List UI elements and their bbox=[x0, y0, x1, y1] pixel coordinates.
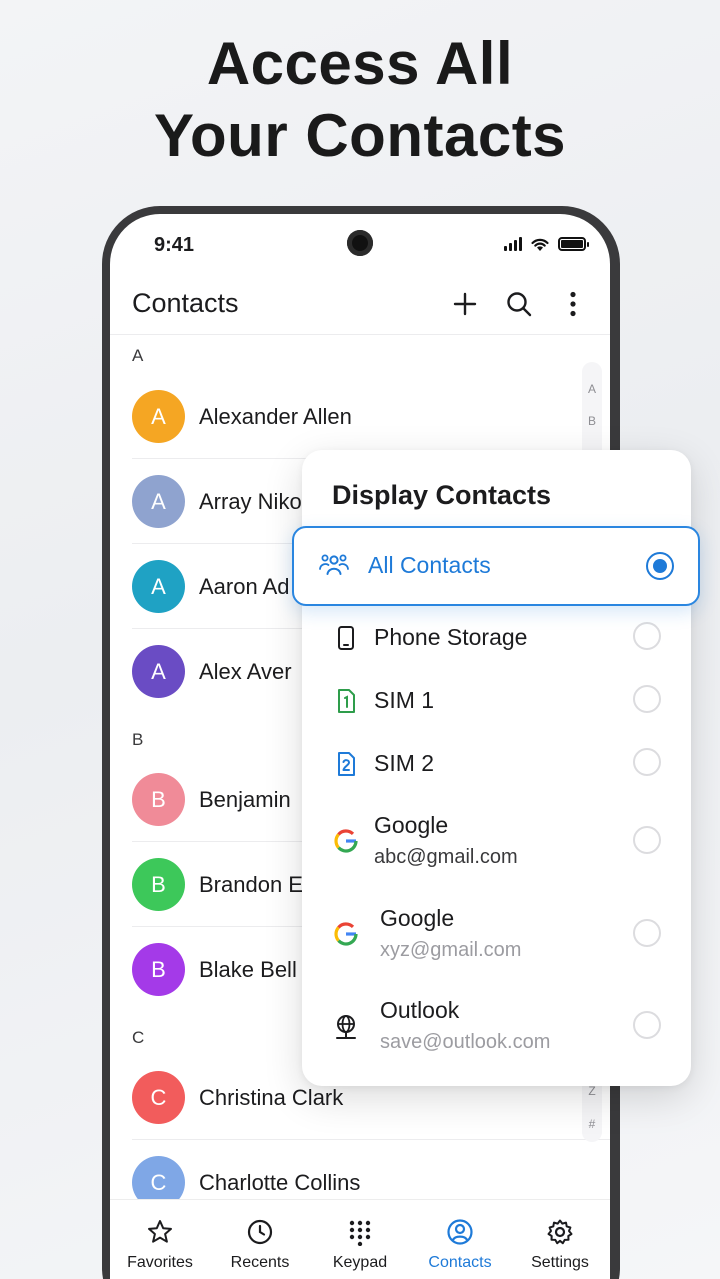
section-header-b: B bbox=[132, 730, 144, 749]
option-label: Phone Storage bbox=[374, 624, 528, 650]
avatar: A bbox=[132, 475, 185, 528]
search-icon[interactable] bbox=[504, 288, 534, 320]
status-icons bbox=[504, 236, 589, 252]
contact-name: Christina Clark bbox=[199, 1084, 344, 1110]
avatar: A bbox=[132, 390, 185, 443]
avatar: C bbox=[132, 1071, 185, 1124]
section-header-a: A bbox=[132, 346, 144, 365]
index-letter[interactable]: # bbox=[582, 1117, 602, 1131]
contact-name: Alex Aver bbox=[199, 658, 292, 684]
signal-icon bbox=[504, 237, 522, 251]
google-icon bbox=[330, 825, 362, 857]
status-time: 9:41 bbox=[154, 234, 195, 256]
contact-name: Charlotte Collins bbox=[199, 1169, 361, 1195]
nav-recents[interactable]: Recents bbox=[210, 1200, 310, 1279]
option-label: SIM 1 bbox=[374, 687, 435, 713]
nav-label: Contacts bbox=[428, 1254, 492, 1271]
gear-icon bbox=[547, 1219, 573, 1245]
option-label: Google bbox=[374, 812, 449, 838]
group-icon bbox=[318, 550, 350, 582]
nav-favorites[interactable]: Favorites bbox=[110, 1200, 210, 1279]
radio-button[interactable] bbox=[633, 826, 661, 854]
section-header-c: C bbox=[132, 1028, 145, 1047]
nav-keypad[interactable]: Keypad bbox=[310, 1200, 410, 1279]
contact-name: Aaron Ad bbox=[199, 573, 290, 599]
option-all-contacts[interactable]: All Contacts bbox=[292, 526, 700, 606]
contact-name: Brandon E bbox=[199, 871, 303, 897]
nav-label: Settings bbox=[531, 1254, 589, 1271]
dialog-title: Display Contacts bbox=[332, 480, 552, 510]
page-title: Contacts bbox=[132, 288, 239, 318]
appbar-divider bbox=[110, 334, 610, 335]
contact-name: Array Niko bbox=[199, 488, 302, 514]
nav-label: Recents bbox=[230, 1254, 290, 1271]
radio-button[interactable] bbox=[633, 748, 661, 776]
option-account: xyz@gmail.com bbox=[380, 939, 522, 961]
option-label: Outlook bbox=[380, 997, 460, 1023]
avatar: B bbox=[132, 943, 185, 996]
radio-button[interactable] bbox=[633, 622, 661, 650]
index-letter[interactable]: B bbox=[582, 414, 602, 428]
radio-button[interactable] bbox=[633, 685, 661, 713]
index-letter[interactable]: Z bbox=[582, 1084, 602, 1098]
phone-icon bbox=[330, 622, 362, 654]
google-icon bbox=[330, 918, 362, 950]
radio-button-selected[interactable] bbox=[646, 552, 674, 580]
avatar: B bbox=[132, 773, 185, 826]
option-label: Google bbox=[380, 905, 455, 931]
sim2-icon bbox=[330, 748, 362, 780]
avatar: A bbox=[132, 560, 185, 613]
contact-name: Alexander Allen bbox=[199, 403, 352, 429]
star-icon bbox=[148, 1220, 172, 1243]
bottom-navigation: Favorites Recents Keypad Contacts Settin… bbox=[110, 1199, 610, 1279]
nav-contacts[interactable]: Contacts bbox=[410, 1200, 510, 1279]
battery-icon bbox=[558, 237, 589, 251]
globe-icon bbox=[330, 1011, 362, 1043]
sim1-icon bbox=[330, 685, 362, 717]
appbar-actions bbox=[450, 288, 588, 320]
option-label: SIM 2 bbox=[374, 750, 435, 776]
more-vert-icon[interactable] bbox=[558, 288, 588, 320]
radio-button[interactable] bbox=[633, 1011, 661, 1039]
keypad-icon bbox=[349, 1220, 371, 1246]
headline-line-2: Your Contacts bbox=[153, 102, 567, 169]
wifi-icon bbox=[531, 238, 549, 251]
contact-name: Blake Bell bbox=[199, 956, 297, 982]
nav-label: Keypad bbox=[332, 1254, 388, 1271]
option-account: abc@gmail.com bbox=[374, 846, 518, 868]
person-circle-icon bbox=[447, 1219, 473, 1245]
avatar: B bbox=[132, 858, 185, 911]
option-label: All Contacts bbox=[368, 552, 491, 578]
nav-settings[interactable]: Settings bbox=[510, 1200, 610, 1279]
radio-button[interactable] bbox=[633, 919, 661, 947]
headline-line-1: Access All bbox=[206, 30, 514, 97]
avatar: A bbox=[132, 645, 185, 698]
option-account: save@outlook.com bbox=[380, 1031, 551, 1053]
add-icon[interactable] bbox=[450, 288, 480, 320]
contact-name: Benjamin bbox=[199, 786, 291, 812]
camera-cutout bbox=[347, 230, 373, 256]
contact-row[interactable]: A Alexander Allen bbox=[132, 374, 602, 459]
clock-icon bbox=[247, 1219, 273, 1245]
index-letter[interactable]: A bbox=[582, 382, 602, 396]
headline: Access All Your Contacts bbox=[0, 28, 720, 172]
nav-label: Favorites bbox=[127, 1254, 193, 1271]
